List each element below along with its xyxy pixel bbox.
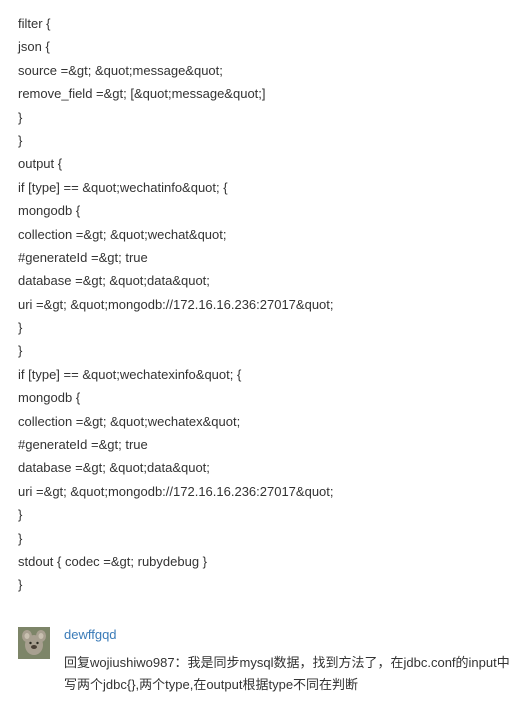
code-line: database =&gt; &quot;data&quot; [18, 269, 514, 292]
code-line: } [18, 106, 514, 129]
username-link[interactable]: dewffgqd [64, 627, 514, 642]
code-line: uri =&gt; &quot;mongodb://172.16.16.236:… [18, 480, 514, 503]
code-line: json { [18, 35, 514, 58]
code-line: collection =&gt; &quot;wechatex&quot; [18, 410, 514, 433]
code-line: if [type] == &quot;wechatexinfo&quot; { [18, 363, 514, 386]
code-line: mongodb { [18, 199, 514, 222]
code-line: } [18, 573, 514, 596]
code-line: } [18, 527, 514, 550]
code-line: source =&gt; &quot;message&quot; [18, 59, 514, 82]
code-line: } [18, 129, 514, 152]
code-line: database =&gt; &quot;data&quot; [18, 456, 514, 479]
code-line: } [18, 316, 514, 339]
avatar[interactable] [18, 627, 50, 659]
code-line: output { [18, 152, 514, 175]
code-line: } [18, 503, 514, 526]
code-line: stdout { codec =&gt; rubydebug } [18, 550, 514, 573]
reply-text: 回复wojiushiwo987：我是同步mysql数据，找到方法了，在jdbc.… [64, 652, 514, 696]
code-line: collection =&gt; &quot;wechat&quot; [18, 223, 514, 246]
code-line: mongodb { [18, 386, 514, 409]
code-line: if [type] == &quot;wechatinfo&quot; { [18, 176, 514, 199]
code-line: filter { [18, 12, 514, 35]
code-line: uri =&gt; &quot;mongodb://172.16.16.236:… [18, 293, 514, 316]
code-line: remove_field =&gt; [&quot;message&quot;] [18, 82, 514, 105]
code-line: #generateId =&gt; true [18, 246, 514, 269]
code-line: #generateId =&gt; true [18, 433, 514, 456]
reply-item: dewffgqd 回复wojiushiwo987：我是同步mysql数据，找到方… [0, 615, 532, 714]
code-block: filter { json { source =&gt; &quot;messa… [0, 0, 532, 615]
code-line: } [18, 339, 514, 362]
